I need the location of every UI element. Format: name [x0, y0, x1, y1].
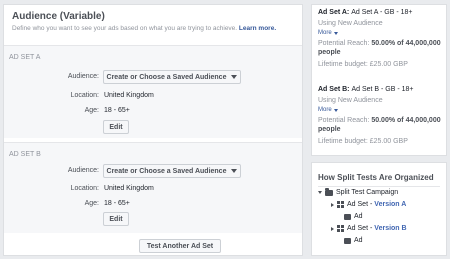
folder-icon — [325, 188, 333, 196]
edit-button[interactable]: Edit — [103, 120, 129, 134]
summary-reach: Potential Reach: 50.00% of 44,000,000 pe… — [318, 39, 444, 57]
caret-down-icon — [333, 108, 338, 112]
audience-dropdown[interactable]: Create or Choose a Saved Audience — [103, 164, 241, 178]
caret-down-icon — [333, 31, 338, 35]
adset-heading: AD SET B — [9, 151, 41, 158]
summary-adset-b: Ad Set B: Ad Set B - GB - 18+ Using New … — [318, 86, 444, 146]
reach-unit: people — [318, 49, 341, 56]
reach-label: Potential Reach: — [318, 40, 370, 47]
caret-down-icon — [231, 75, 238, 79]
caret-down-icon — [231, 169, 238, 173]
age-value: 18 - 65+ — [104, 200, 130, 207]
reach-label: Potential Reach: — [318, 117, 370, 124]
location-label: Location: — [70, 92, 99, 99]
adset-a-section: AD SET A Audience: Create or Choose a Sa… — [4, 45, 302, 138]
summary-title-bold: Ad Set B: — [318, 86, 350, 93]
ad-icon — [344, 237, 351, 244]
edit-button[interactable]: Edit — [103, 212, 129, 226]
summary-reach: Potential Reach: 50.00% of 44,000,000 pe… — [318, 116, 444, 134]
more-link[interactable]: More — [318, 30, 444, 36]
ad-icon — [344, 213, 351, 220]
learn-more-link[interactable]: Learn more. — [239, 25, 276, 32]
adset-summary-panel: Ad Set A: Ad Set A - GB - 18+ Using New … — [311, 4, 447, 156]
split-test-structure-panel: How Split Tests Are Organized Split Test… — [311, 162, 447, 256]
audience-dropdown-label: Create or Choose a Saved Audience — [106, 73, 227, 81]
grid-icon — [337, 201, 344, 208]
summary-adset-a: Ad Set A: Ad Set A - GB - 18+ Using New … — [318, 9, 444, 69]
divider — [318, 186, 440, 187]
version-b-label: Version B — [374, 225, 407, 232]
adset-label: Ad Set - — [347, 225, 373, 232]
tree-campaign[interactable]: Split Test Campaign — [318, 188, 399, 196]
tree-ad-a[interactable]: Ad — [344, 213, 363, 220]
adset-b-section: AD SET B Audience: Create or Choose a Sa… — [4, 142, 302, 233]
summary-budget: Lifetime budget: £25.00 GBP — [318, 61, 408, 68]
audience-panel: Audience (Variable) Define who you want … — [3, 4, 303, 256]
summary-audience: Using New Audience — [318, 97, 383, 104]
summary-title-rest: Ad Set B - GB - 18+ — [351, 86, 414, 93]
reach-value: 50.00% of 44,000,000 — [371, 117, 441, 124]
panel-title: Audience (Variable) — [12, 11, 105, 22]
summary-title-bold: Ad Set A: — [318, 9, 350, 16]
location-label: Location: — [70, 185, 99, 192]
age-label: Age: — [84, 107, 99, 114]
adset-label: Ad Set - — [347, 201, 373, 208]
age-value: 18 - 65+ — [104, 107, 130, 114]
location-value: United Kingdom — [104, 185, 154, 192]
audience-dropdown[interactable]: Create or Choose a Saved Audience — [103, 70, 241, 84]
more-label: More — [318, 30, 332, 36]
tree-title: How Split Tests Are Organized — [318, 173, 434, 182]
adset-heading: AD SET A — [9, 54, 41, 61]
more-label: More — [318, 107, 332, 113]
summary-audience: Using New Audience — [318, 20, 383, 27]
grid-icon — [337, 225, 344, 232]
test-another-adset-button[interactable]: Test Another Ad Set — [139, 239, 221, 253]
age-label: Age: — [84, 200, 99, 207]
tree-ad-b[interactable]: Ad — [344, 237, 363, 244]
summary-budget: Lifetime budget: £25.00 GBP — [318, 138, 408, 145]
expand-down-icon — [318, 191, 322, 194]
more-link[interactable]: More — [318, 107, 444, 113]
campaign-label: Split Test Campaign — [336, 189, 399, 196]
expand-right-icon — [331, 202, 334, 207]
panel-description: Define who you want to see your ads base… — [12, 25, 294, 32]
ad-label: Ad — [354, 213, 363, 220]
summary-title-rest: Ad Set A - GB - 18+ — [351, 9, 413, 16]
reach-value: 50.00% of 44,000,000 — [371, 40, 441, 47]
audience-label: Audience: — [67, 73, 99, 80]
expand-right-icon — [331, 226, 334, 231]
tree-adset-b[interactable]: Ad Set - Version B — [331, 225, 407, 232]
summary-title: Ad Set A: Ad Set A - GB - 18+ — [318, 9, 444, 16]
audience-dropdown-label: Create or Choose a Saved Audience — [106, 167, 227, 175]
description-text: Define who you want to see your ads base… — [12, 25, 238, 32]
audience-header: Audience (Variable) Define who you want … — [4, 5, 302, 43]
ad-label: Ad — [354, 237, 363, 244]
tree-adset-a[interactable]: Ad Set - Version A — [331, 201, 406, 208]
location-value: United Kingdom — [104, 92, 154, 99]
summary-title: Ad Set B: Ad Set B - GB - 18+ — [318, 86, 444, 93]
reach-unit: people — [318, 126, 341, 133]
audience-label: Audience: — [67, 167, 99, 174]
version-a-label: Version A — [374, 201, 407, 208]
